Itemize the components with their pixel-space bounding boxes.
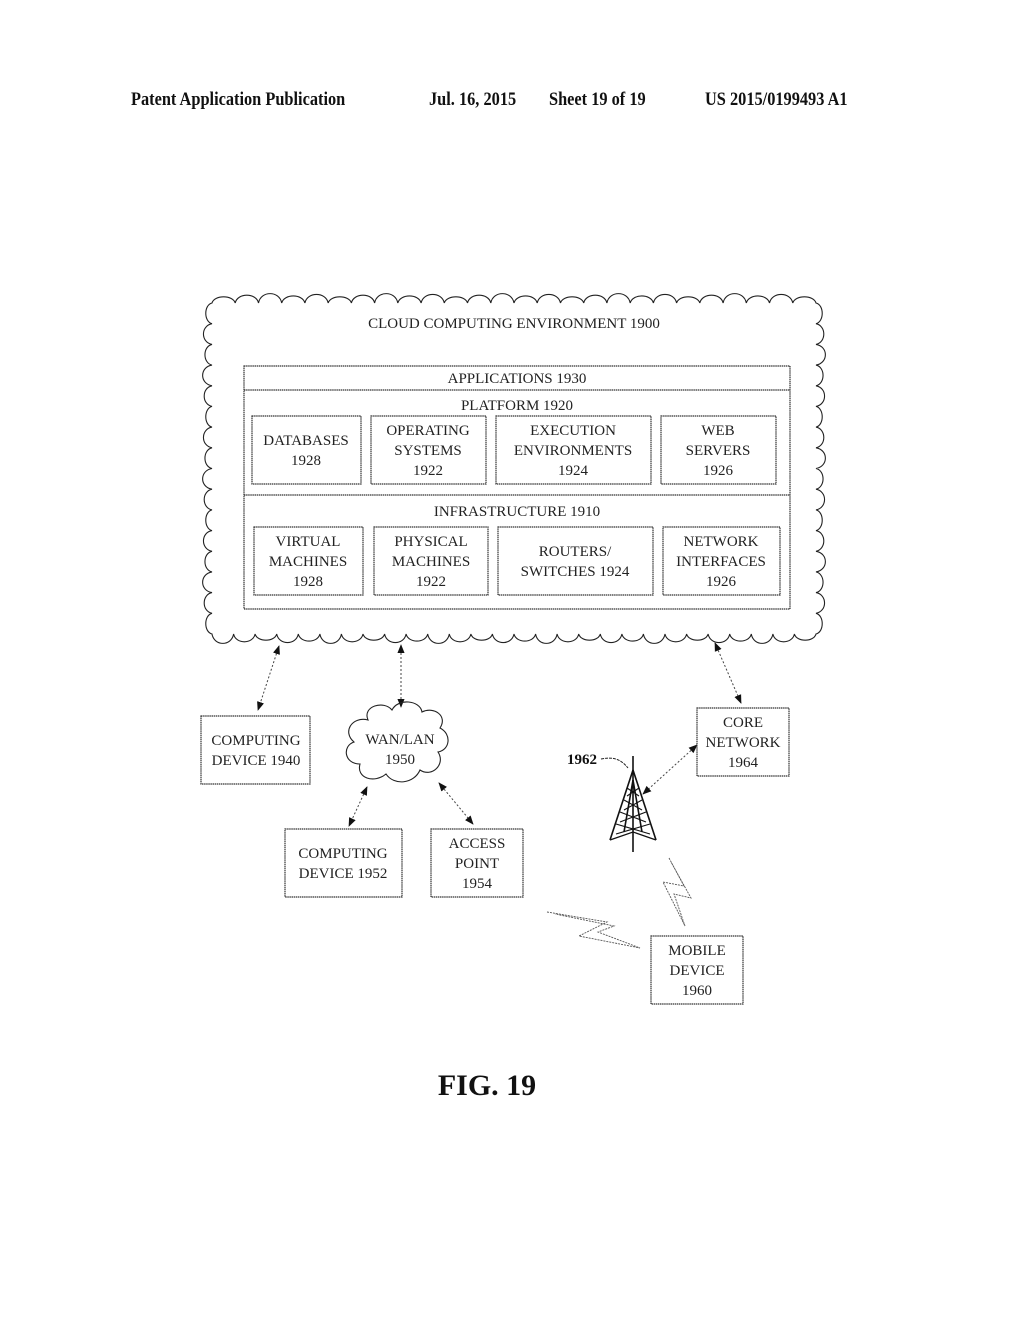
- platform-item-label: ENVIRONMENTS: [514, 443, 632, 459]
- access-point-1954: ACCESS POINT 1954: [430, 828, 524, 898]
- platform-item-databases: DATABASES 1928: [251, 415, 362, 485]
- platform-item-number: 1924: [558, 463, 589, 479]
- platform-item-number: 1928: [291, 453, 321, 469]
- tower-label: 1962: [567, 752, 597, 768]
- wireless-signal-icon: [662, 857, 692, 927]
- infrastructure-item-physical-machines: PHYSICAL MACHINES 1922: [373, 526, 489, 596]
- connector-cloud-core-network: [714, 642, 742, 704]
- infrastructure-item-number: 1928: [293, 574, 323, 590]
- connector-cloud-computing-device-1940: [257, 645, 280, 711]
- device-label: DEVICE 1952: [299, 866, 388, 882]
- infrastructure-item-label: NETWORK: [684, 534, 759, 550]
- platform-item-label: EXECUTION: [530, 423, 616, 439]
- applications-layer: APPLICATIONS 1930: [448, 371, 587, 387]
- infrastructure-item-network-interfaces: NETWORK INTERFACES 1926: [662, 526, 781, 596]
- device-label: POINT: [455, 856, 499, 872]
- tower-leader-line: [600, 757, 629, 769]
- platform-item-number: 1922: [413, 463, 443, 479]
- platform-item-label: WEB: [701, 423, 734, 439]
- infrastructure-item-virtual-machines: VIRTUAL MACHINES 1928: [253, 526, 364, 596]
- platform-item-execution-environments: EXECUTION ENVIRONMENTS 1924: [495, 415, 652, 485]
- figure-label: FIG. 19: [438, 1069, 536, 1102]
- platform-item-number: 1926: [703, 463, 734, 479]
- infrastructure-item-label: ROUTERS/: [539, 544, 612, 560]
- platform-item-operating-systems: OPERATING SYSTEMS 1922: [370, 415, 487, 485]
- mobile-device-1960: MOBILE DEVICE 1960: [650, 935, 744, 1005]
- infrastructure-item-label: SWITCHES 1924: [521, 564, 630, 580]
- computing-device-1940: COMPUTING DEVICE 1940: [200, 715, 311, 785]
- infrastructure-item-routers-switches: ROUTERS/ SWITCHES 1924: [497, 526, 654, 596]
- device-label: CORE: [723, 715, 763, 731]
- platform-item-web-servers: WEB SERVERS 1926: [660, 415, 777, 485]
- platform-item-label: SYSTEMS: [394, 443, 462, 459]
- device-label: DEVICE: [670, 963, 725, 979]
- device-number: 1960: [682, 983, 712, 999]
- infrastructure-item-number: 1922: [416, 574, 446, 590]
- cloud-computing-diagram: CLOUD COMPUTING ENVIRONMENT 1900 APPLICA…: [200, 293, 826, 1102]
- cloud-title: CLOUD COMPUTING ENVIRONMENT 1900: [368, 316, 660, 332]
- connector-tower-core-network: [642, 744, 698, 795]
- platform-item-label: SERVERS: [686, 443, 751, 459]
- device-number: 1954: [462, 876, 493, 892]
- device-label: COMPUTING: [211, 733, 300, 749]
- infrastructure-item-label: PHYSICAL: [394, 534, 467, 550]
- wireless-signal-icon: [546, 911, 641, 949]
- platform-item-label: DATABASES: [263, 433, 348, 449]
- computing-device-1952: COMPUTING DEVICE 1952: [284, 828, 403, 898]
- platform-title: PLATFORM 1920: [461, 398, 573, 414]
- infrastructure-item-label: MACHINES: [269, 554, 347, 570]
- infrastructure-item-label: INTERFACES: [676, 554, 766, 570]
- wan-lan-cloud: WAN/LAN 1950: [345, 701, 449, 783]
- device-label: MOBILE: [668, 943, 726, 959]
- connector-wan-lan-access-point: [438, 782, 474, 825]
- device-label: COMPUTING: [298, 846, 387, 862]
- wan-lan-label: WAN/LAN: [365, 732, 434, 748]
- device-label: DEVICE 1940: [212, 753, 301, 769]
- infrastructure-title: INFRASTRUCTURE 1910: [434, 504, 600, 520]
- connector-wan-lan-computing-device-1952: [348, 786, 368, 827]
- device-label: ACCESS: [449, 836, 506, 852]
- infrastructure-item-label: VIRTUAL: [276, 534, 341, 550]
- platform-item-label: OPERATING: [386, 423, 470, 439]
- infrastructure-item-label: MACHINES: [392, 554, 470, 570]
- device-label: NETWORK: [706, 735, 781, 751]
- core-network-1964: CORE NETWORK 1964: [696, 707, 790, 777]
- device-number: 1964: [728, 755, 759, 771]
- infrastructure-item-number: 1926: [706, 574, 737, 590]
- cell-tower-icon: [609, 756, 657, 852]
- wan-lan-number: 1950: [385, 752, 415, 768]
